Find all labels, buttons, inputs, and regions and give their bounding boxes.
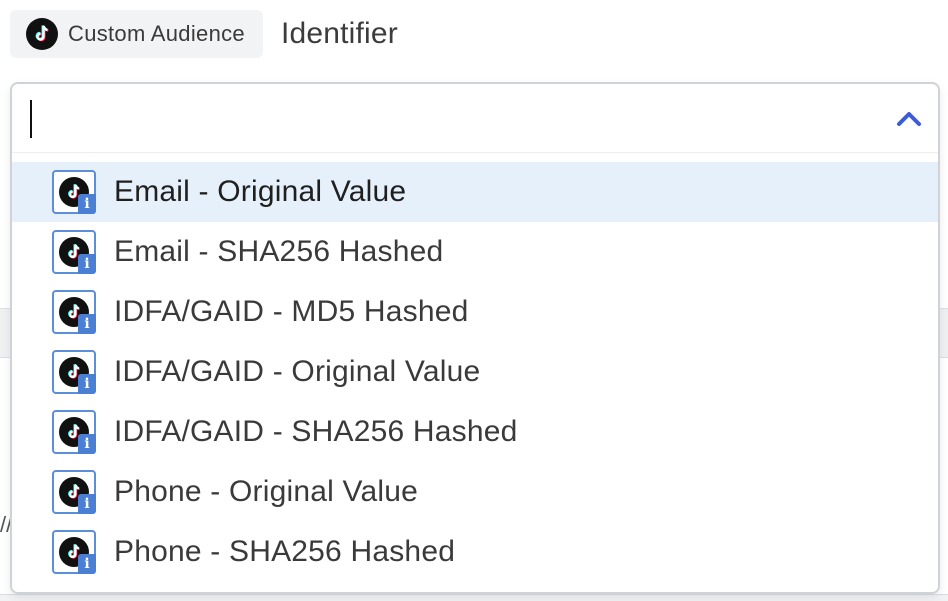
info-badge-icon: i bbox=[78, 374, 96, 394]
select-search-row[interactable] bbox=[12, 84, 938, 153]
tiktok-info-icon: i bbox=[52, 350, 96, 394]
field-header: Custom Audience Identifier bbox=[10, 10, 398, 58]
option-label: IDFA/GAID - SHA256 Hashed bbox=[114, 415, 518, 448]
select-option-5[interactable]: i IDFA/GAID - SHA256 Hashed bbox=[12, 402, 938, 462]
select-option-3[interactable]: i IDFA/GAID - MD5 Hashed bbox=[12, 282, 938, 342]
chevron-up-icon[interactable] bbox=[894, 104, 924, 134]
field-title: Identifier bbox=[280, 17, 399, 50]
select-option-4[interactable]: i IDFA/GAID - Original Value bbox=[12, 342, 938, 402]
option-label: IDFA/GAID - MD5 Hashed bbox=[114, 295, 469, 328]
info-badge-icon: i bbox=[78, 554, 96, 574]
chip-label: Custom Audience bbox=[68, 21, 245, 46]
info-badge-icon: i bbox=[78, 434, 96, 454]
tiktok-info-icon: i bbox=[52, 470, 96, 514]
identifier-select[interactable]: i Email - Original Value i Email - SHA25… bbox=[10, 82, 940, 594]
option-label: Email - SHA256 Hashed bbox=[114, 235, 444, 268]
option-label: Email - Original Value bbox=[114, 175, 407, 208]
custom-audience-chip: Custom Audience bbox=[10, 10, 263, 58]
info-badge-icon: i bbox=[78, 254, 96, 274]
tiktok-info-icon: i bbox=[52, 410, 96, 454]
info-badge-icon: i bbox=[78, 494, 96, 514]
select-option-1[interactable]: i Email - Original Value bbox=[12, 162, 938, 222]
tiktok-info-icon: i bbox=[52, 230, 96, 274]
select-option-2[interactable]: i Email - SHA256 Hashed bbox=[12, 222, 938, 282]
option-label: Phone - Original Value bbox=[114, 475, 419, 508]
tiktok-info-icon: i bbox=[52, 170, 96, 214]
tiktok-info-icon: i bbox=[52, 530, 96, 574]
select-option-7[interactable]: i Phone - SHA256 Hashed bbox=[12, 522, 938, 582]
tiktok-logo-icon bbox=[26, 18, 58, 50]
options-list: i Email - Original Value i Email - SHA25… bbox=[12, 162, 938, 582]
info-badge-icon: i bbox=[78, 314, 96, 334]
select-option-6[interactable]: i Phone - Original Value bbox=[12, 462, 938, 522]
option-label: IDFA/GAID - Original Value bbox=[114, 355, 481, 388]
text-cursor bbox=[30, 100, 32, 138]
info-badge-icon: i bbox=[78, 194, 96, 214]
tiktok-info-icon: i bbox=[52, 290, 96, 334]
option-label: Phone - SHA256 Hashed bbox=[114, 535, 456, 568]
